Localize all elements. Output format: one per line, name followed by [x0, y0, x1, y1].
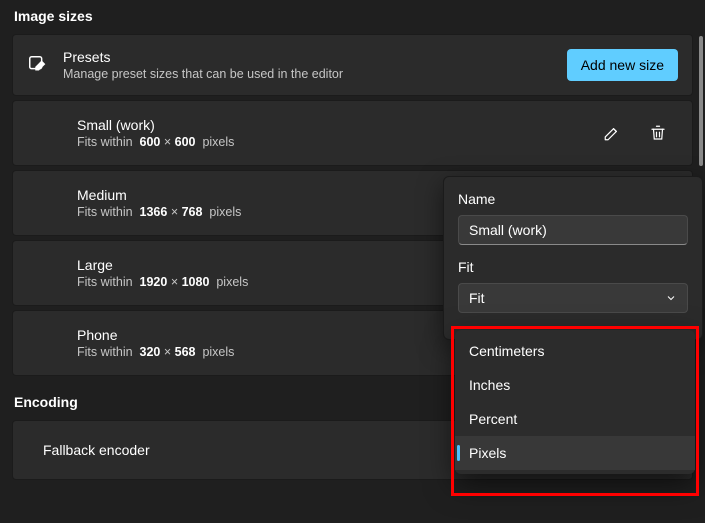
unit-dropdown: Centimeters Inches Percent Pixels [455, 330, 695, 474]
trash-icon [649, 124, 667, 142]
edit-button[interactable] [598, 119, 626, 147]
delete-button[interactable] [644, 119, 672, 147]
preset-row[interactable]: Small (work) Fits within 600 × 600 pixel… [12, 100, 693, 166]
presets-header-card: Presets Manage preset sizes that can be … [12, 34, 693, 96]
scrollbar[interactable] [699, 36, 703, 166]
unit-option-centimeters[interactable]: Centimeters [455, 334, 695, 368]
unit-option-percent[interactable]: Percent [455, 402, 695, 436]
edit-preset-flyout: Name Fit Fit [443, 176, 703, 340]
section-title: Image sizes [14, 8, 693, 24]
presets-icon [27, 54, 49, 76]
unit-option-inches[interactable]: Inches [455, 368, 695, 402]
fit-select-value: Fit [469, 290, 485, 306]
name-input[interactable] [458, 215, 688, 245]
chevron-down-icon [665, 292, 677, 304]
add-new-size-button[interactable]: Add new size [567, 49, 678, 81]
presets-title: Presets [63, 49, 567, 65]
fit-select[interactable]: Fit [458, 283, 688, 313]
preset-dimensions: Fits within 600 × 600 pixels [77, 135, 598, 149]
preset-name: Small (work) [77, 117, 598, 133]
pencil-icon [603, 124, 621, 142]
fit-field-label: Fit [458, 259, 688, 275]
name-field-label: Name [458, 191, 688, 207]
unit-option-pixels[interactable]: Pixels [455, 436, 695, 470]
presets-subtitle: Manage preset sizes that can be used in … [63, 67, 567, 81]
